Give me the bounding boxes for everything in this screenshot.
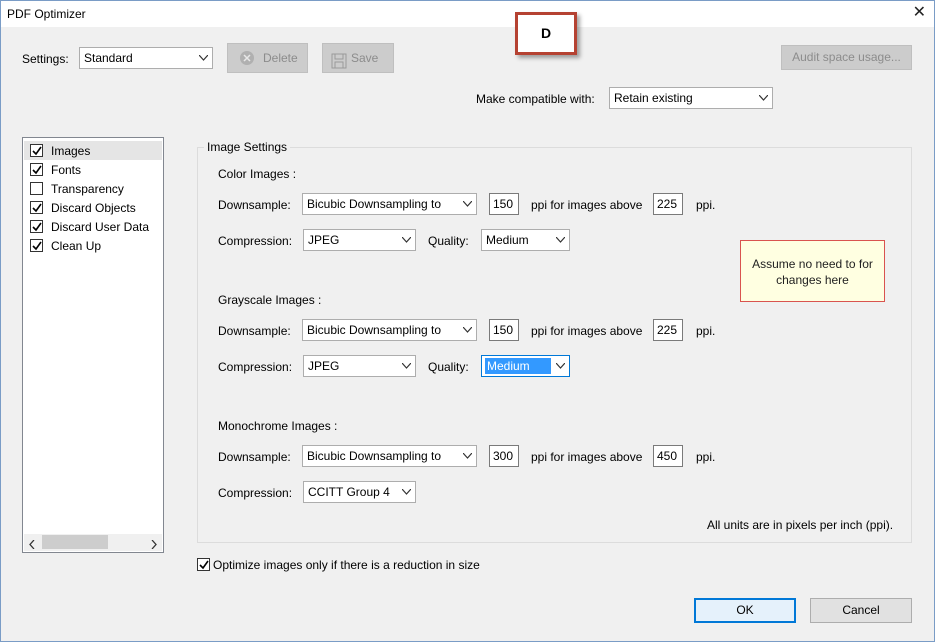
- color-compression-label: Compression:: [218, 234, 293, 248]
- grayscale-ppi-label: ppi.: [696, 324, 716, 338]
- chevron-down-icon: [398, 482, 415, 502]
- grayscale-compression-label: Compression:: [218, 360, 293, 374]
- delete-button[interactable]: Delete: [227, 43, 308, 73]
- ok-button[interactable]: OK: [694, 598, 796, 623]
- list-item-label: Fonts: [51, 163, 82, 177]
- scrollbar-thumb[interactable]: [42, 535, 108, 549]
- color-quality-dropdown[interactable]: Medium: [481, 229, 570, 251]
- list-item-label: Images: [51, 144, 91, 158]
- checkbox[interactable]: [30, 182, 43, 195]
- callout-label: D: [515, 12, 577, 55]
- color-quality-label: Quality:: [428, 234, 469, 248]
- compat-label: Make compatible with:: [476, 92, 595, 106]
- color-downsample-value: Bicubic Downsampling to: [307, 197, 442, 211]
- mono-compression-label: Compression:: [218, 486, 293, 500]
- audit-space-button[interactable]: Audit space usage...: [781, 45, 912, 70]
- grayscale-images-heading: Grayscale Images :: [218, 293, 322, 307]
- list-item-label: Discard User Data: [51, 220, 150, 234]
- mono-ppi-label: ppi.: [696, 450, 716, 464]
- color-ppi-label: ppi.: [696, 198, 716, 212]
- checkbox[interactable]: [197, 558, 210, 571]
- settings-value: Standard: [84, 51, 133, 65]
- mono-downsample-value: Bicubic Downsampling to: [307, 449, 442, 463]
- chevron-down-icon: [195, 48, 212, 68]
- grayscale-above-input[interactable]: 225: [653, 319, 683, 341]
- compat-dropdown[interactable]: Retain existing: [609, 87, 773, 109]
- color-downsample-label: Downsample:: [218, 198, 291, 212]
- list-item-label: Clean Up: [51, 239, 102, 253]
- grayscale-quality-dropdown[interactable]: Medium: [481, 355, 570, 377]
- mono-ppi-above-label: ppi for images above: [531, 450, 643, 464]
- list-item-clean-up[interactable]: Clean Up: [24, 236, 162, 255]
- grayscale-compression-dropdown[interactable]: JPEG: [303, 355, 416, 377]
- grayscale-ppi-above-label: ppi for images above: [531, 324, 643, 338]
- mono-images-heading: Monochrome Images :: [218, 419, 338, 433]
- grayscale-quality-label: Quality:: [428, 360, 469, 374]
- list-item-fonts[interactable]: Fonts: [24, 160, 162, 179]
- checkbox[interactable]: [30, 220, 43, 233]
- delete-icon: [240, 51, 254, 65]
- chevron-down-icon: [398, 230, 415, 250]
- list-item-label: Discard Objects: [51, 201, 136, 215]
- horizontal-scrollbar[interactable]: [24, 534, 162, 551]
- list-item-discard-objects[interactable]: Discard Objects: [24, 198, 162, 217]
- settings-label: Settings:: [22, 52, 69, 66]
- color-compression-dropdown[interactable]: JPEG: [303, 229, 416, 251]
- grayscale-downsample-value: Bicubic Downsampling to: [307, 323, 442, 337]
- grayscale-ppi-input[interactable]: 150: [489, 319, 519, 341]
- save-button[interactable]: Save: [322, 43, 394, 73]
- optimize-only-label: Optimize images only if there is a reduc…: [213, 558, 480, 572]
- panels-list[interactable]: Images Fonts Transparency Discard Object…: [22, 137, 164, 553]
- grayscale-compression-value: JPEG: [308, 359, 340, 373]
- chevron-down-icon: [459, 320, 476, 340]
- chevron-down-icon: [552, 230, 569, 250]
- color-images-heading: Color Images :: [218, 167, 297, 181]
- units-note: All units are in pixels per inch (ppi).: [707, 518, 894, 532]
- checkbox[interactable]: [30, 239, 43, 252]
- close-icon[interactable]: ✕: [913, 4, 926, 22]
- image-settings-title: Image Settings: [204, 140, 291, 154]
- grayscale-downsample-dropdown[interactable]: Bicubic Downsampling to: [302, 319, 477, 341]
- chevron-down-icon: [552, 356, 569, 376]
- color-quality-value: Medium: [486, 233, 529, 247]
- title-bar: PDF Optimizer ✕: [1, 1, 934, 27]
- cancel-button[interactable]: Cancel: [810, 598, 912, 623]
- chevron-down-icon: [398, 356, 415, 376]
- checkbox[interactable]: [30, 163, 43, 176]
- color-above-input[interactable]: 225: [653, 193, 683, 215]
- chevron-right-icon[interactable]: [151, 538, 157, 552]
- color-compression-value: JPEG: [308, 233, 340, 247]
- save-label: Save: [351, 51, 379, 65]
- list-item-transparency[interactable]: Transparency: [24, 179, 162, 198]
- color-ppi-input[interactable]: 150: [489, 193, 519, 215]
- list-item-images[interactable]: Images: [24, 141, 162, 160]
- save-icon: [331, 51, 347, 79]
- mono-downsample-label: Downsample:: [218, 450, 291, 464]
- color-ppi-above-label: ppi for images above: [531, 198, 643, 212]
- chevron-left-icon[interactable]: [29, 538, 35, 552]
- mono-downsample-dropdown[interactable]: Bicubic Downsampling to: [302, 445, 477, 467]
- chevron-down-icon: [755, 88, 772, 108]
- settings-dropdown[interactable]: Standard: [79, 47, 213, 69]
- optimize-only-checkbox-row[interactable]: Optimize images only if there is a reduc…: [197, 557, 497, 573]
- list-item-discard-user-data[interactable]: Discard User Data: [24, 217, 162, 236]
- grayscale-quality-value: Medium: [485, 358, 551, 374]
- mono-compression-dropdown[interactable]: CCITT Group 4: [303, 481, 416, 503]
- window-title: PDF Optimizer: [7, 7, 86, 21]
- list-item-label: Transparency: [51, 182, 124, 196]
- grayscale-downsample-label: Downsample:: [218, 324, 291, 338]
- mono-ppi-input[interactable]: 300: [489, 445, 519, 467]
- mono-above-input[interactable]: 450: [653, 445, 683, 467]
- chevron-down-icon: [459, 194, 476, 214]
- delete-label: Delete: [263, 51, 298, 65]
- checkbox[interactable]: [30, 201, 43, 214]
- mono-compression-value: CCITT Group 4: [308, 485, 390, 499]
- chevron-down-icon: [459, 446, 476, 466]
- compat-value: Retain existing: [614, 91, 693, 105]
- checkbox[interactable]: [30, 144, 43, 157]
- color-downsample-dropdown[interactable]: Bicubic Downsampling to: [302, 193, 477, 215]
- note-callout: Assume no need to for changes here: [740, 240, 885, 302]
